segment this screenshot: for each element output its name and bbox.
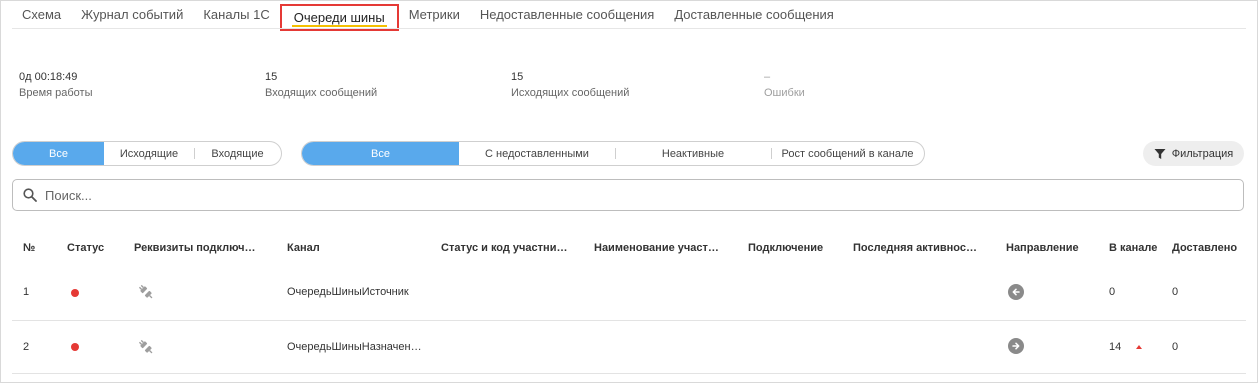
funnel-icon xyxy=(1154,148,1166,159)
tab-bus-queues[interactable]: Очереди шины xyxy=(279,3,399,31)
stat-errors-label: Ошибки xyxy=(764,87,805,99)
stat-errors: – Ошибки xyxy=(764,69,805,101)
row-1-delivered: 0 xyxy=(1172,286,1179,298)
search-icon xyxy=(23,188,37,202)
stat-uptime-label: Время работы xyxy=(19,87,93,99)
row-2-num: 2 xyxy=(23,341,30,353)
tab-delivered[interactable]: Доставленные сообщения xyxy=(664,4,844,28)
growth-up-arrow-icon xyxy=(1136,345,1142,349)
filter-button-label: Фильтрация xyxy=(1171,147,1234,160)
stat-incoming-label: Входящих сообщений xyxy=(265,87,378,99)
search-input[interactable] xyxy=(45,187,1195,203)
tabs-divider xyxy=(12,28,1246,29)
col-header-connection-details[interactable]: Реквизиты подключ… xyxy=(134,242,255,254)
row-1-channel[interactable]: ОчередьШиныИсточник xyxy=(287,286,409,298)
stat-uptime: 0д 00:18:49 Время работы xyxy=(19,69,93,101)
state-filter: Все С недоставленными Неактивные Рост со… xyxy=(301,141,925,166)
plug-icon[interactable] xyxy=(137,338,155,356)
col-header-participant-name[interactable]: Наименование участ… xyxy=(594,242,719,254)
col-header-last-activity[interactable]: Последняя активнос… xyxy=(853,242,977,254)
tab-schema[interactable]: Схема xyxy=(12,4,71,28)
col-header-channel[interactable]: Канал xyxy=(287,242,320,254)
state-filter-all[interactable]: Все xyxy=(302,142,459,165)
state-filter-inactive[interactable]: Неактивные xyxy=(615,142,771,165)
stat-outgoing-value: 15 xyxy=(511,71,524,83)
direction-filter-outgoing[interactable]: Исходящие xyxy=(104,142,194,165)
direction-filter-incoming[interactable]: Входящие xyxy=(194,142,281,165)
filter-button[interactable]: Фильтрация xyxy=(1143,141,1244,166)
incoming-direction-icon xyxy=(1008,284,1024,300)
direction-filter-all[interactable]: Все xyxy=(13,142,104,165)
plug-icon[interactable] xyxy=(137,283,155,301)
row-divider xyxy=(12,373,1246,374)
stat-incoming: 15 Входящих сообщений xyxy=(265,69,377,101)
row-2-in-channel: 14 xyxy=(1109,341,1122,353)
col-header-connection[interactable]: Подключение xyxy=(748,242,823,254)
row-divider xyxy=(12,320,1246,321)
row-2-delivered: 0 xyxy=(1172,341,1179,353)
state-filter-undelivered[interactable]: С недоставленными xyxy=(459,142,615,165)
stat-incoming-value: 15 xyxy=(265,71,278,83)
row-2-channel[interactable]: ОчередьШиныНазначен… xyxy=(287,341,422,353)
col-header-direction[interactable]: Направление xyxy=(1006,242,1079,254)
stat-uptime-value: 0д 00:18:49 xyxy=(19,71,78,83)
col-header-num[interactable]: № xyxy=(23,242,35,254)
direction-filter: Все Исходящие Входящие xyxy=(12,141,282,166)
tab-event-log[interactable]: Журнал событий xyxy=(71,4,193,28)
tab-undelivered[interactable]: Недоставленные сообщения xyxy=(470,4,664,28)
col-header-participant-status[interactable]: Статус и код участни… xyxy=(441,242,567,254)
state-filter-growth[interactable]: Рост сообщений в канале xyxy=(771,142,924,165)
col-header-delivered[interactable]: Доставлено xyxy=(1172,242,1237,254)
status-error-dot xyxy=(71,289,79,297)
tab-1c-channels[interactable]: Каналы 1С xyxy=(193,4,279,28)
row-1-num: 1 xyxy=(23,286,30,298)
stat-outgoing-label: Исходящих сообщений xyxy=(511,87,630,99)
search-box xyxy=(12,179,1244,211)
status-error-dot xyxy=(71,343,79,351)
stat-outgoing: 15 Исходящих сообщений xyxy=(511,69,629,101)
row-1-in-channel: 0 xyxy=(1109,286,1116,298)
stat-errors-value: – xyxy=(764,71,771,83)
tab-bar: Схема Журнал событий Каналы 1С Очереди ш… xyxy=(12,3,844,31)
col-header-in-channel[interactable]: В канале xyxy=(1109,242,1157,254)
outgoing-direction-icon xyxy=(1008,338,1024,354)
tab-metrics[interactable]: Метрики xyxy=(399,4,470,28)
col-header-status[interactable]: Статус xyxy=(67,242,104,254)
